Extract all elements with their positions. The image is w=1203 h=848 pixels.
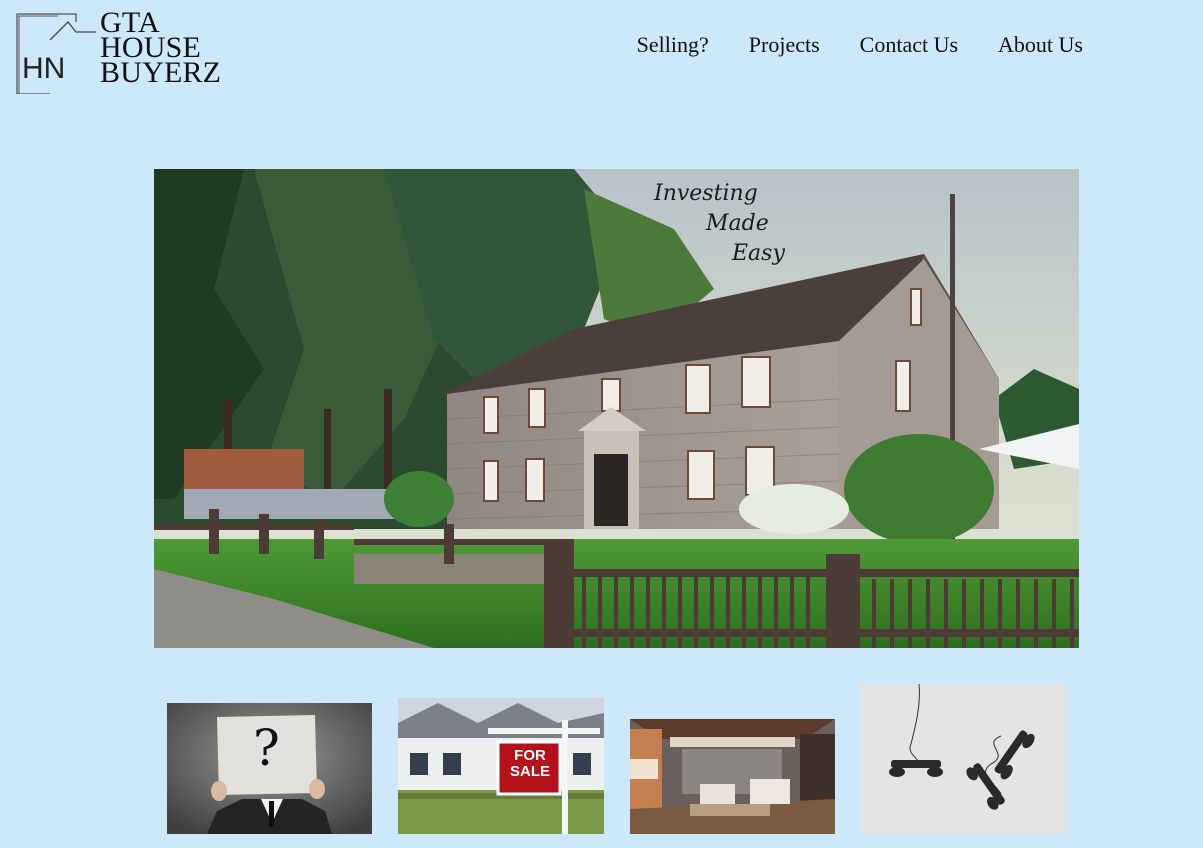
hero-image: Investing Made Easy xyxy=(154,169,1079,648)
nav-projects[interactable]: Projects xyxy=(749,32,820,58)
thumbnail-interior[interactable] xyxy=(630,719,835,834)
question-mark-text: ? xyxy=(253,719,280,777)
for-sale-line-2: SALE xyxy=(509,763,550,780)
thumbnail-phones[interactable] xyxy=(861,684,1066,834)
thumbnail-for-sale[interactable]: FOR SALE xyxy=(398,698,604,834)
brand-name: GTA HOUSE BUYERZ xyxy=(100,8,222,89)
hanging-phones-image xyxy=(861,684,1066,834)
house-logo-icon: HN xyxy=(16,13,96,94)
for-sale-line-1: FOR xyxy=(514,747,546,764)
for-sale-image xyxy=(398,698,604,834)
brand-line-3: BUYERZ xyxy=(100,56,222,89)
brand-logo[interactable]: HN GTA HOUSE BUYERZ xyxy=(16,8,222,94)
nav-about-us[interactable]: About Us xyxy=(998,32,1083,58)
logo-initials: HN xyxy=(22,52,65,85)
hero-tagline-line-3: Easy xyxy=(732,241,785,266)
hero-tagline-line-1: Investing xyxy=(654,181,758,206)
nav-selling[interactable]: Selling? xyxy=(637,32,709,58)
main-nav: Selling? Projects Contact Us About Us xyxy=(637,32,1083,58)
for-sale-sign: FOR SALE xyxy=(506,748,554,780)
hero-house-illustration xyxy=(154,169,1079,648)
nav-contact-us[interactable]: Contact Us xyxy=(860,32,958,58)
hero-tagline-line-2: Made xyxy=(706,211,769,236)
thumbnail-question[interactable]: ? xyxy=(167,703,372,834)
living-room-image xyxy=(630,719,835,834)
